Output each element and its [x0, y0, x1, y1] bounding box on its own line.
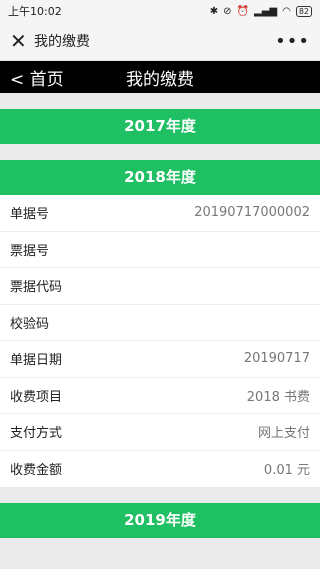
row-value: 20190717 — [243, 351, 310, 367]
row-label: 收费金额 — [10, 463, 63, 479]
payment-record-2018: 单据号 20190717000002 票据号 票据代码 校验码 单据日期 201… — [0, 195, 320, 487]
bluetooth-icon: ✱ — [209, 5, 219, 17]
status-icons: ✱ ⊘ ⏰ ▂▄▆ ◠ 82 — [209, 5, 312, 17]
record-row-amount: 收费金额 0.01 元 — [0, 451, 320, 488]
row-value: 0.01 元 — [263, 463, 310, 479]
status-time: 上午10:02 — [8, 5, 62, 18]
battery-icon: 82 — [295, 5, 312, 17]
alarm-icon: ⏰ — [236, 5, 249, 17]
record-row-fee-item: 收费项目 2018 书费 — [0, 378, 320, 414]
mute-icon: ⊘ — [223, 5, 232, 17]
row-label: 支付方式 — [10, 426, 63, 442]
row-value: 网上支付 — [257, 426, 310, 442]
year-header-2017[interactable]: 2017年度 — [0, 109, 320, 144]
record-row-receipt-no: 单据号 20190717000002 — [0, 195, 320, 232]
row-label: 单据日期 — [10, 353, 63, 369]
row-value: 20190717000002 — [194, 205, 310, 221]
row-label: 票据代码 — [10, 280, 63, 296]
record-row-payment-method: 支付方式 网上支付 — [0, 414, 320, 451]
more-options-icon[interactable]: ••• — [275, 31, 310, 52]
year-header-2018[interactable]: 2018年度 — [0, 160, 320, 195]
status-bar: 上午10:02 ✱ ⊘ ⏰ ▂▄▆ ◠ 82 — [0, 0, 320, 22]
record-row-invoice-code: 票据代码 — [0, 268, 320, 305]
record-row-date: 单据日期 20190717 — [0, 341, 320, 378]
row-label: 校验码 — [10, 316, 50, 332]
close-icon[interactable]: ✕ — [10, 29, 32, 53]
page-header: < 首页 我的缴费 — [0, 61, 320, 93]
back-home-button[interactable]: < 首页 — [10, 65, 64, 90]
record-row-invoice-no: 票据号 — [0, 232, 320, 268]
wechat-title-bar: ✕ 我的缴费 ••• — [0, 22, 320, 61]
wifi-icon: ◠ — [282, 5, 291, 17]
row-label: 票据号 — [10, 243, 50, 259]
signal-icon: ▂▄▆ — [254, 5, 278, 17]
wechat-page-title: 我的缴费 — [34, 34, 90, 50]
row-label: 收费项目 — [10, 389, 63, 405]
row-label: 单据号 — [10, 207, 50, 223]
record-row-check-code: 校验码 — [0, 305, 320, 341]
row-value: 2018 书费 — [246, 389, 310, 405]
year-header-2019[interactable]: 2019年度 — [0, 503, 320, 538]
